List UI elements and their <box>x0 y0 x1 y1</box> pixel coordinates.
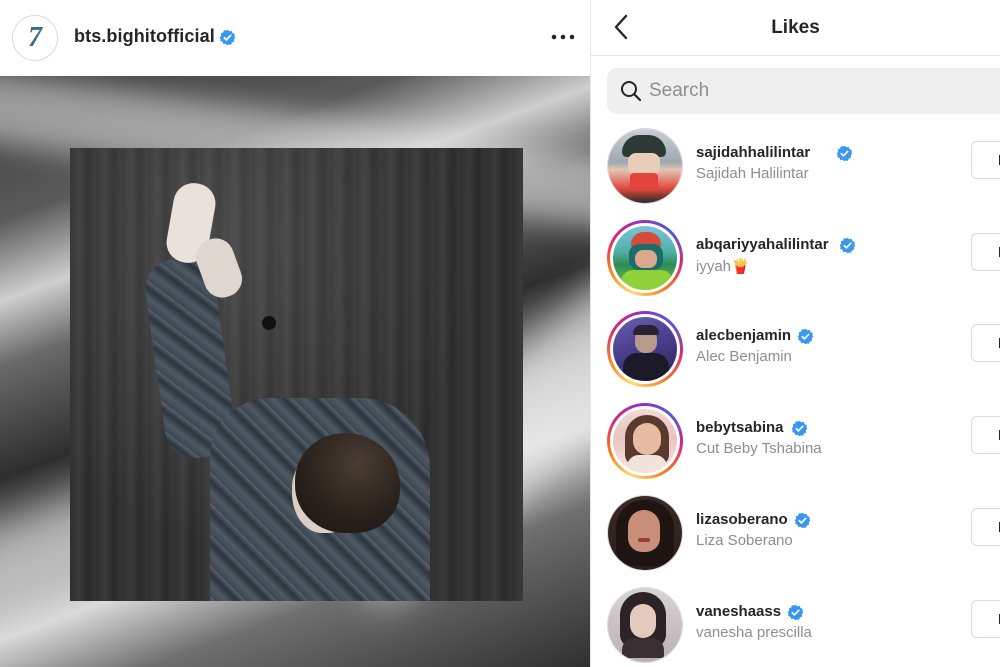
verified-badge-icon <box>791 420 808 437</box>
list-item[interactable]: lizasoberano Liza Soberano F <box>591 493 1000 581</box>
story-ring <box>607 311 683 387</box>
avatar-ring <box>607 587 683 663</box>
follow-button[interactable]: F <box>971 324 1000 362</box>
list-item[interactable]: bebytsabina Cut Beby Tshabina F <box>591 401 1000 489</box>
post-panel: 7 bts.bighitofficial <box>0 0 590 667</box>
verified-badge-icon <box>839 237 856 254</box>
likes-title: Likes <box>771 17 820 38</box>
account-name[interactable]: bts.bighitofficial <box>74 26 215 47</box>
post-header: 7 bts.bighitofficial <box>0 0 590 76</box>
search-bar[interactable] <box>607 68 1000 114</box>
post-photo[interactable] <box>70 148 523 601</box>
verified-badge-icon <box>787 604 804 621</box>
avatar[interactable] <box>608 588 682 662</box>
follow-button[interactable]: F <box>971 600 1000 638</box>
list-item[interactable]: alecbenjamin Alec Benjamin F <box>591 309 1000 397</box>
likes-header: Likes <box>591 0 1000 56</box>
account-avatar-logo: 7 <box>28 22 42 53</box>
avatar[interactable] <box>613 226 677 290</box>
full-name: Cut Beby Tshabina <box>696 440 822 457</box>
full-name: Liza Soberano <box>696 532 793 549</box>
verified-badge-icon <box>836 145 853 162</box>
account-avatar[interactable]: 7 <box>12 15 58 61</box>
follow-button[interactable]: F <box>971 233 1000 271</box>
story-ring <box>607 403 683 479</box>
full-name: vanesha prescilla <box>696 624 812 641</box>
username[interactable]: vaneshaass <box>696 603 781 620</box>
avatar-ring <box>607 128 683 204</box>
follow-button[interactable]: F <box>971 416 1000 454</box>
verified-badge-icon <box>219 29 236 46</box>
avatar[interactable] <box>613 317 677 381</box>
likes-panel: Likes sajidahhalilintar <box>591 0 1000 667</box>
search-icon <box>621 81 642 102</box>
list-item[interactable]: sajidahhalilintar Sajidah Halilintar F <box>591 126 1000 214</box>
follow-button[interactable]: F <box>971 141 1000 179</box>
follow-button[interactable]: F <box>971 508 1000 546</box>
story-ring <box>607 220 683 296</box>
username[interactable]: abqariyyahalilintar <box>696 236 829 253</box>
full-name: iyyah🍟 <box>696 258 750 275</box>
more-horizontal-icon[interactable] <box>551 30 575 44</box>
username[interactable]: alecbenjamin <box>696 327 791 344</box>
username[interactable]: sajidahhalilintar <box>696 144 810 161</box>
search-input[interactable] <box>649 68 989 114</box>
username[interactable]: lizasoberano <box>696 511 788 528</box>
avatar[interactable] <box>608 129 682 203</box>
avatar-ring <box>607 495 683 571</box>
verified-badge-icon <box>794 512 811 529</box>
username[interactable]: bebytsabina <box>696 419 784 436</box>
full-name: Alec Benjamin <box>696 348 792 365</box>
verified-badge-icon <box>797 328 814 345</box>
avatar[interactable] <box>613 409 677 473</box>
full-name: Sajidah Halilintar <box>696 165 809 182</box>
list-item[interactable]: abqariyyahalilintar iyyah🍟 F <box>591 218 1000 306</box>
list-item[interactable]: vaneshaass vanesha prescilla F <box>591 585 1000 667</box>
avatar[interactable] <box>608 496 682 570</box>
